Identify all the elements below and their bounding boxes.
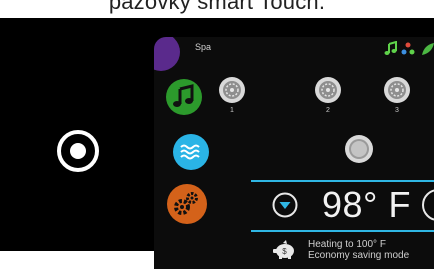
jet-2-button[interactable]: [314, 76, 342, 104]
chevron-down-icon: [272, 192, 298, 218]
jet-3-label: 3: [395, 107, 399, 114]
gears-icon: [174, 192, 198, 215]
heating-line-2: Economy saving mode: [308, 250, 410, 261]
light-icon: [345, 135, 373, 163]
nav-water-button[interactable]: [173, 134, 209, 170]
page-caption: pazovky smart Touch.: [0, 0, 434, 16]
home-button-icon: [57, 130, 99, 172]
nav-settings-button[interactable]: [167, 184, 207, 224]
spa-icon: [154, 37, 180, 71]
jet-pump-icon: [315, 77, 341, 103]
touch-screen: Spa 1 2 3 98° F $ Heating to 100° F Econ…: [154, 37, 434, 269]
economy-icon: $: [271, 240, 297, 260]
status-icons: [382, 40, 434, 57]
heating-status: Heating to 100° F Economy saving mode: [308, 239, 409, 261]
temperature-value: 98° F: [322, 184, 411, 225]
heating-line-1: Heating to 100° F: [308, 239, 386, 250]
water-waves-icon: [180, 144, 200, 160]
nav-music-button[interactable]: [166, 79, 202, 115]
jet-pump-icon: [384, 77, 410, 103]
piggy-bank-icon: $: [273, 240, 294, 259]
jet-2-label: 2: [326, 107, 330, 114]
temperature-divider-bottom: [251, 230, 434, 232]
jet-pump-icon: [219, 77, 245, 103]
nav-spa-button[interactable]: [154, 37, 180, 71]
temperature-divider-top: [251, 180, 434, 182]
status-leaf-icon: [422, 43, 434, 55]
temperature-down-button[interactable]: [272, 192, 298, 218]
spa-title: Spa: [195, 42, 212, 52]
svg-text:$: $: [282, 247, 287, 256]
device-panel: Spa 1 2 3 98° F $ Heating to 100° F Econ…: [0, 18, 434, 269]
jet-3-button[interactable]: [383, 76, 411, 104]
light-button[interactable]: [344, 134, 374, 164]
status-music-icon: [384, 40, 397, 55]
jet-1-label: 1: [230, 107, 234, 114]
jet-1-button[interactable]: [218, 76, 246, 104]
status-jets-icon: [401, 42, 415, 55]
music-note-icon: [173, 84, 194, 107]
home-button[interactable]: [55, 128, 101, 174]
temperature-up-button[interactable]: [422, 189, 434, 221]
